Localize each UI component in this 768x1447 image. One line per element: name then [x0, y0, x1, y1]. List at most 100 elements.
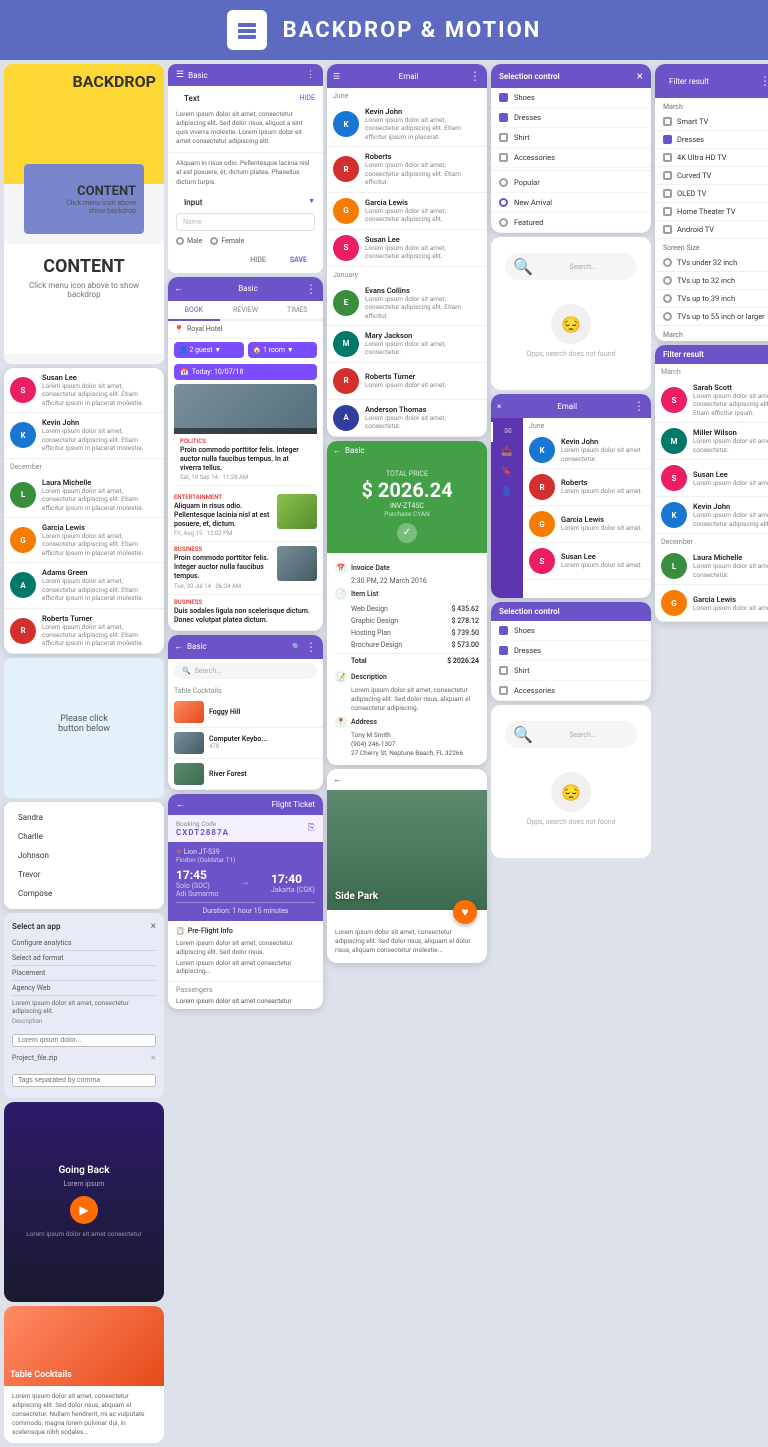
news-article-image-3 [277, 546, 317, 581]
email-nav-social[interactable]: 👤 [491, 482, 523, 502]
radio-55plus[interactable] [663, 312, 672, 321]
email-nav-bookmark[interactable]: 🔖 [491, 462, 523, 482]
analytics-configure[interactable]: Configure analytics [12, 936, 156, 951]
filter-menu-icon[interactable]: ⋮ [759, 74, 768, 88]
long-list-search-icon[interactable]: 🔍 [292, 643, 301, 651]
nature-fab-button[interactable]: ♥ [453, 900, 477, 924]
radio-featured[interactable] [499, 218, 508, 227]
dropdown-item-sandra[interactable]: Sandra [10, 808, 158, 827]
checkbox-accessories[interactable] [499, 153, 508, 162]
checkbox-sel2-4[interactable] [499, 686, 508, 695]
search-bar-2: 🔍 Search... [505, 253, 637, 280]
checkbox-shirt[interactable] [499, 133, 508, 142]
email-menu-icon[interactable]: ⋮ [469, 69, 481, 83]
avatar: M [661, 428, 687, 454]
tab-times[interactable]: TIMES [271, 301, 323, 319]
radio-female[interactable]: Female [210, 237, 244, 245]
filter2-preview: Lorem ipsum dolor sit amet consectetur a… [693, 511, 768, 528]
checkbox-sel2-3[interactable] [499, 666, 508, 675]
app-header: BACKDROP & MOTION [0, 0, 768, 60]
long-list-header: ← Basic 🔍 ⋮ [168, 635, 323, 659]
invoice-date-icon: 📅 [335, 562, 347, 574]
search-input[interactable]: Search... [195, 667, 309, 675]
tab-review[interactable]: REVIEW [220, 301, 272, 319]
sel-label-new-arrival: New Arrival [514, 198, 552, 207]
analytics-select-ad[interactable]: Select ad format [12, 951, 156, 966]
news-location: 📍 Royal Hotel [168, 321, 323, 339]
filter2-item: G Garcia Lewis Lorem ipsum dolor sit ame… [655, 585, 768, 622]
radio-new-arrival[interactable] [499, 198, 508, 207]
analytics-title: Select an app [12, 922, 60, 931]
flight-back-icon[interactable]: ← [176, 799, 185, 810]
music-title: Going Back [58, 1165, 109, 1176]
checkbox-home-theater[interactable] [663, 207, 672, 216]
checkbox-smart-tv[interactable] [663, 117, 672, 126]
booking-copy-icon[interactable]: ⎘ [308, 823, 315, 833]
analytics-agency[interactable]: Agency Web [12, 981, 156, 996]
email-preview: Lorem ipsum dolor sit amet, consectetur … [365, 161, 481, 186]
filter2-item: K Kevin John Lorem ipsum dolor sit amet … [655, 497, 768, 534]
sel2-item-3: Shirt [491, 661, 651, 681]
chat-name: Susan Lee [42, 373, 158, 382]
checkbox-sel2-2[interactable] [499, 646, 508, 655]
please-click-text: Please clickbutton below [58, 714, 110, 734]
search-icon-2: 🔍 [513, 257, 533, 276]
nature-back-icon[interactable]: ← [333, 774, 342, 785]
invoice-desc-label: Description [351, 673, 387, 681]
email-nav-inbox[interactable]: 📥 [491, 442, 523, 462]
form-hide-btn[interactable]: HIDE [300, 94, 315, 102]
tab-book[interactable]: BOOK [168, 301, 220, 321]
news-menu-icon[interactable]: ⋮ [305, 282, 317, 296]
checkbox-oled[interactable] [663, 189, 672, 198]
analytics-tags-input[interactable] [12, 1074, 156, 1087]
filter-phone: Filter result ⋮ March Smart TV Dresses 4… [655, 64, 768, 341]
dropdown-item-johnson[interactable]: Johnson [10, 846, 158, 865]
analytics-placement[interactable]: Placement [12, 966, 156, 981]
dropdown-item-charlie[interactable]: Charlie [10, 827, 158, 846]
long-list-menu-icon[interactable]: ⋮ [305, 640, 317, 654]
news-header-title: Basic [238, 284, 258, 293]
radio-under32[interactable] [663, 258, 672, 267]
checkbox-dresses[interactable] [499, 113, 508, 122]
radio-upto32[interactable] [663, 276, 672, 285]
analytics-desc-input[interactable] [12, 1034, 156, 1047]
play-button[interactable]: ▶ [70, 1196, 98, 1224]
news-date-text: Today: 10/07/18 [192, 368, 244, 376]
email-sidebar-close-icon[interactable]: × [497, 402, 501, 411]
invoice-back-icon[interactable]: ← [333, 446, 341, 455]
checkbox-shoes[interactable] [499, 93, 508, 102]
checkbox-dresses-filter[interactable] [663, 135, 672, 144]
form-save-btn[interactable]: SAVE [282, 253, 315, 267]
long-list-back-icon[interactable]: ← [174, 641, 183, 652]
email-nav-unread[interactable]: ✉ [491, 422, 523, 442]
checkbox-sel2-1[interactable] [499, 626, 508, 635]
nature-text: Lorem ipsum dolor sit amet, consectetur … [335, 928, 479, 955]
flight-arrow-icon: → [240, 877, 250, 888]
filter2-preview: Lorem ipsum dolor sit amet consectetur a… [693, 392, 768, 417]
news-meta-2: Fri, Aug 15 · 12:02 PM [174, 530, 273, 537]
analytics-file-row: Project_file.zip × [12, 1050, 156, 1067]
dropdown-item-compose[interactable]: Compose [10, 884, 158, 903]
analytics-file-close-icon[interactable]: × [151, 1053, 156, 1064]
rooms-select[interactable]: 🏠 1 room ▼ [248, 342, 318, 358]
analytics-close-icon[interactable]: × [151, 921, 156, 932]
news-article-1: POLITICS Proin commodo porttitor felis. … [174, 384, 317, 486]
search-input-3[interactable]: Search... [537, 731, 629, 739]
invoice-items-section: 📄 Item List [335, 588, 479, 600]
checkbox-curved[interactable] [663, 171, 672, 180]
search-input-2[interactable]: Search... [537, 263, 629, 271]
email-sidebar-menu-icon[interactable]: ⋮ [633, 399, 645, 413]
flight-times: 17:45 Solo (SOC) Adi Sumarmo → 17:40 Jak… [176, 868, 315, 898]
form-name-input[interactable]: Name [176, 213, 315, 231]
form-hide-action-btn[interactable]: HIDE [242, 253, 273, 267]
radio-male[interactable]: Male [176, 237, 202, 245]
checkbox-android[interactable] [663, 225, 672, 234]
dropdown-item-trevor[interactable]: Trevor [10, 865, 158, 884]
oops-icon-2: 😔 [551, 772, 591, 812]
radio-popular[interactable] [499, 178, 508, 187]
checkbox-4k[interactable] [663, 153, 672, 162]
radio-upto39[interactable] [663, 294, 672, 303]
filter2-section-march: March [655, 364, 768, 378]
selection-close-icon[interactable]: × [637, 69, 643, 83]
guests-select[interactable]: 👤 2 guest ▼ [174, 342, 244, 358]
